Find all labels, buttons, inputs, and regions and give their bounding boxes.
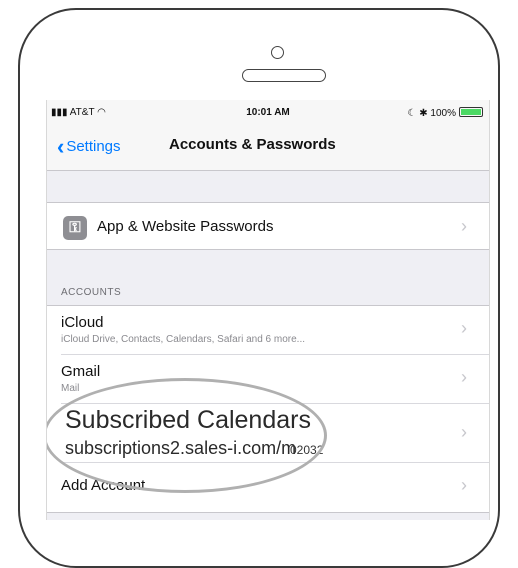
back-label: Settings — [66, 138, 121, 155]
account-subtitle-suffix: 02032 — [290, 443, 324, 457]
account-subtitle: Mail — [61, 383, 80, 394]
status-bar: ▮▮▮ AT&T ◠ 10:01 AM ☾ ✱ 100% — [47, 100, 489, 122]
app-website-passwords-row[interactable]: ⚿ App & Website Passwords › — [47, 202, 489, 250]
chevron-left-icon: ‹ — [57, 134, 65, 159]
account-row-icloud[interactable]: iCloud iCloud Drive, Contacts, Calendars… — [47, 306, 489, 354]
row-label: App & Website Passwords — [97, 218, 274, 235]
chevron-right-icon: › — [461, 475, 467, 495]
battery-icon — [459, 107, 483, 117]
chevron-right-icon: › — [461, 318, 467, 338]
account-title: Subscribed Calendars — [65, 406, 311, 434]
speaker-grille — [242, 69, 326, 82]
account-subtitle: subscriptions2.sales-i.com/m — [65, 438, 297, 458]
battery-status: ☾ ✱ 100% — [408, 107, 483, 119]
section-header-accounts: ACCOUNTS — [61, 287, 122, 298]
navigation-bar: ‹ Settings Accounts & Passwords — [47, 122, 489, 171]
camera-icon — [271, 46, 284, 59]
account-subtitle: iCloud Drive, Contacts, Calendars, Safar… — [61, 334, 305, 345]
page-title: Accounts & Passwords — [169, 136, 336, 153]
account-title: iCloud — [61, 314, 104, 331]
back-button[interactable]: ‹ Settings — [57, 134, 121, 160]
add-account-row[interactable]: Add Account › — [47, 463, 489, 511]
key-icon: ⚿ — [63, 216, 87, 240]
account-title: Gmail — [61, 363, 101, 380]
account-row-gmail[interactable]: Gmail Mail › — [47, 355, 489, 403]
add-account-label: Add Account — [61, 477, 146, 494]
phone-screen: ▮▮▮ AT&T ◠ 10:01 AM ☾ ✱ 100% ‹ Settings A… — [46, 100, 490, 520]
chevron-right-icon: › — [461, 422, 467, 442]
chevron-right-icon: › — [461, 367, 467, 387]
chevron-right-icon: › — [461, 216, 467, 236]
